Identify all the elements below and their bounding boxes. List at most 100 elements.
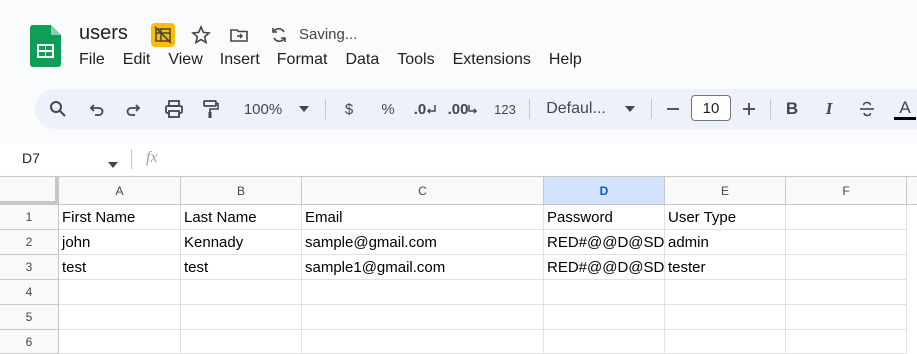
fx-icon: fx xyxy=(146,149,158,166)
column-header-c[interactable]: C xyxy=(302,177,544,205)
cell-d5[interactable] xyxy=(544,305,665,330)
paint-format-icon[interactable] xyxy=(195,89,225,129)
font-dropdown-icon[interactable] xyxy=(619,89,641,129)
column-header-e[interactable]: E xyxy=(665,177,786,205)
cell-d3[interactable]: RED#@@D@SD xyxy=(544,255,665,280)
google-sheets-logo-icon[interactable] xyxy=(30,25,61,67)
cell-b2[interactable]: Kennady xyxy=(181,230,302,255)
name-box-dropdown-icon[interactable] xyxy=(108,155,118,173)
strikethrough-icon[interactable] xyxy=(853,89,881,129)
cell-e2[interactable]: admin xyxy=(665,230,786,255)
cell-c3[interactable]: sample1@gmail.com xyxy=(302,255,544,280)
redo-icon[interactable] xyxy=(119,89,149,129)
cell-a1[interactable]: First Name xyxy=(59,205,181,230)
star-icon[interactable] xyxy=(189,23,213,47)
cell-a2[interactable]: john xyxy=(59,230,181,255)
menu-tools[interactable]: Tools xyxy=(397,51,434,69)
hide-column-badge-icon[interactable] xyxy=(151,23,175,47)
cell-c5[interactable] xyxy=(302,305,544,330)
text-color-button[interactable]: A xyxy=(893,89,917,129)
move-folder-icon[interactable] xyxy=(227,23,251,47)
select-all-corner[interactable] xyxy=(0,177,59,205)
title-bar: users Saving... File Edit View Insert Fo… xyxy=(0,0,917,85)
cell-c6[interactable] xyxy=(302,330,544,354)
cell-e1[interactable]: User Type xyxy=(665,205,786,230)
currency-format-button[interactable]: $ xyxy=(335,89,363,129)
cell-f2[interactable] xyxy=(786,230,907,255)
row-header-4[interactable]: 4 xyxy=(0,280,59,305)
cell-b1[interactable]: Last Name xyxy=(181,205,302,230)
cell-f5[interactable] xyxy=(786,305,907,330)
cell-c2[interactable]: sample@gmail.com xyxy=(302,230,544,255)
menu-view[interactable]: View xyxy=(168,51,202,69)
cell-d4[interactable] xyxy=(544,280,665,305)
menu-extensions[interactable]: Extensions xyxy=(453,51,531,69)
cell-f3[interactable] xyxy=(786,255,907,280)
menu-data[interactable]: Data xyxy=(345,51,379,69)
cell-e3[interactable]: tester xyxy=(665,255,786,280)
increase-font-size-icon[interactable] xyxy=(737,89,761,129)
row-header-6[interactable]: 6 xyxy=(0,330,59,354)
cell-d2[interactable]: RED#@@D@SD xyxy=(544,230,665,255)
cell-a4[interactable] xyxy=(59,280,181,305)
column-header-b[interactable]: B xyxy=(181,177,302,205)
undo-icon[interactable] xyxy=(81,89,111,129)
cell-d6[interactable] xyxy=(544,330,665,354)
zoom-dropdown-icon[interactable] xyxy=(293,89,315,129)
cell-e5[interactable] xyxy=(665,305,786,330)
menu-help[interactable]: Help xyxy=(549,51,582,69)
spreadsheet-grid: A B C D E F 1 First Name Last Name Email… xyxy=(0,176,917,354)
number-format-button[interactable]: 123 xyxy=(488,89,522,129)
cell-c1[interactable]: Email xyxy=(302,205,544,230)
cell-c4[interactable] xyxy=(302,280,544,305)
print-icon[interactable] xyxy=(159,89,189,129)
search-menus-icon[interactable] xyxy=(41,89,75,129)
cell-a3[interactable]: test xyxy=(59,255,181,280)
cell-e4[interactable] xyxy=(665,280,786,305)
percent-format-button[interactable]: % xyxy=(374,89,402,129)
cell-a6[interactable] xyxy=(59,330,181,354)
menu-format[interactable]: Format xyxy=(277,51,328,69)
divider xyxy=(770,99,771,119)
toolbar: 100% $ % .0 .00 123 Defaul... 10 B I A xyxy=(35,89,917,129)
cell-b5[interactable] xyxy=(181,305,302,330)
arrow-left-icon xyxy=(427,105,436,114)
font-size-input[interactable]: 10 xyxy=(691,95,731,121)
row-header-2[interactable]: 2 xyxy=(0,230,59,255)
increase-decimal-button[interactable]: .00 xyxy=(447,89,479,129)
font-family-select[interactable]: Defaul... xyxy=(541,89,611,129)
cell-f6[interactable] xyxy=(786,330,907,354)
column-header-d[interactable]: D xyxy=(544,177,665,205)
text-color-bar xyxy=(894,116,916,120)
column-header-a[interactable]: A xyxy=(59,177,181,205)
decrease-font-size-icon[interactable] xyxy=(661,89,685,129)
name-box[interactable]: D7 xyxy=(22,150,40,166)
row-header-5[interactable]: 5 xyxy=(0,305,59,330)
formula-input[interactable] xyxy=(175,145,917,173)
zoom-select[interactable]: 100% xyxy=(237,89,289,129)
divider xyxy=(651,99,652,119)
menu-insert[interactable]: Insert xyxy=(220,51,260,69)
menu-edit[interactable]: Edit xyxy=(123,51,151,69)
bold-button[interactable]: B xyxy=(779,89,805,129)
cell-f4[interactable] xyxy=(786,280,907,305)
column-header-next[interactable] xyxy=(907,177,917,205)
column-header-f[interactable]: F xyxy=(786,177,907,205)
cell-b4[interactable] xyxy=(181,280,302,305)
cell-b6[interactable] xyxy=(181,330,302,354)
document-title[interactable]: users xyxy=(79,22,128,45)
cell-e6[interactable] xyxy=(665,330,786,354)
menu-file[interactable]: File xyxy=(79,51,105,69)
increase-decimal-label: .00 xyxy=(447,100,469,118)
cell-a5[interactable] xyxy=(59,305,181,330)
formula-bar: D7 fx xyxy=(0,143,917,175)
row-header-1[interactable]: 1 xyxy=(0,205,59,230)
cell-b3[interactable]: test xyxy=(181,255,302,280)
decrease-decimal-button[interactable]: .0 xyxy=(410,89,440,129)
decrease-decimal-label: .0 xyxy=(413,100,427,118)
italic-button[interactable]: I xyxy=(816,89,842,129)
row-header-3[interactable]: 3 xyxy=(0,255,59,280)
divider xyxy=(325,99,326,119)
cell-f1[interactable] xyxy=(786,205,907,230)
cell-d1[interactable]: Password xyxy=(544,205,665,230)
